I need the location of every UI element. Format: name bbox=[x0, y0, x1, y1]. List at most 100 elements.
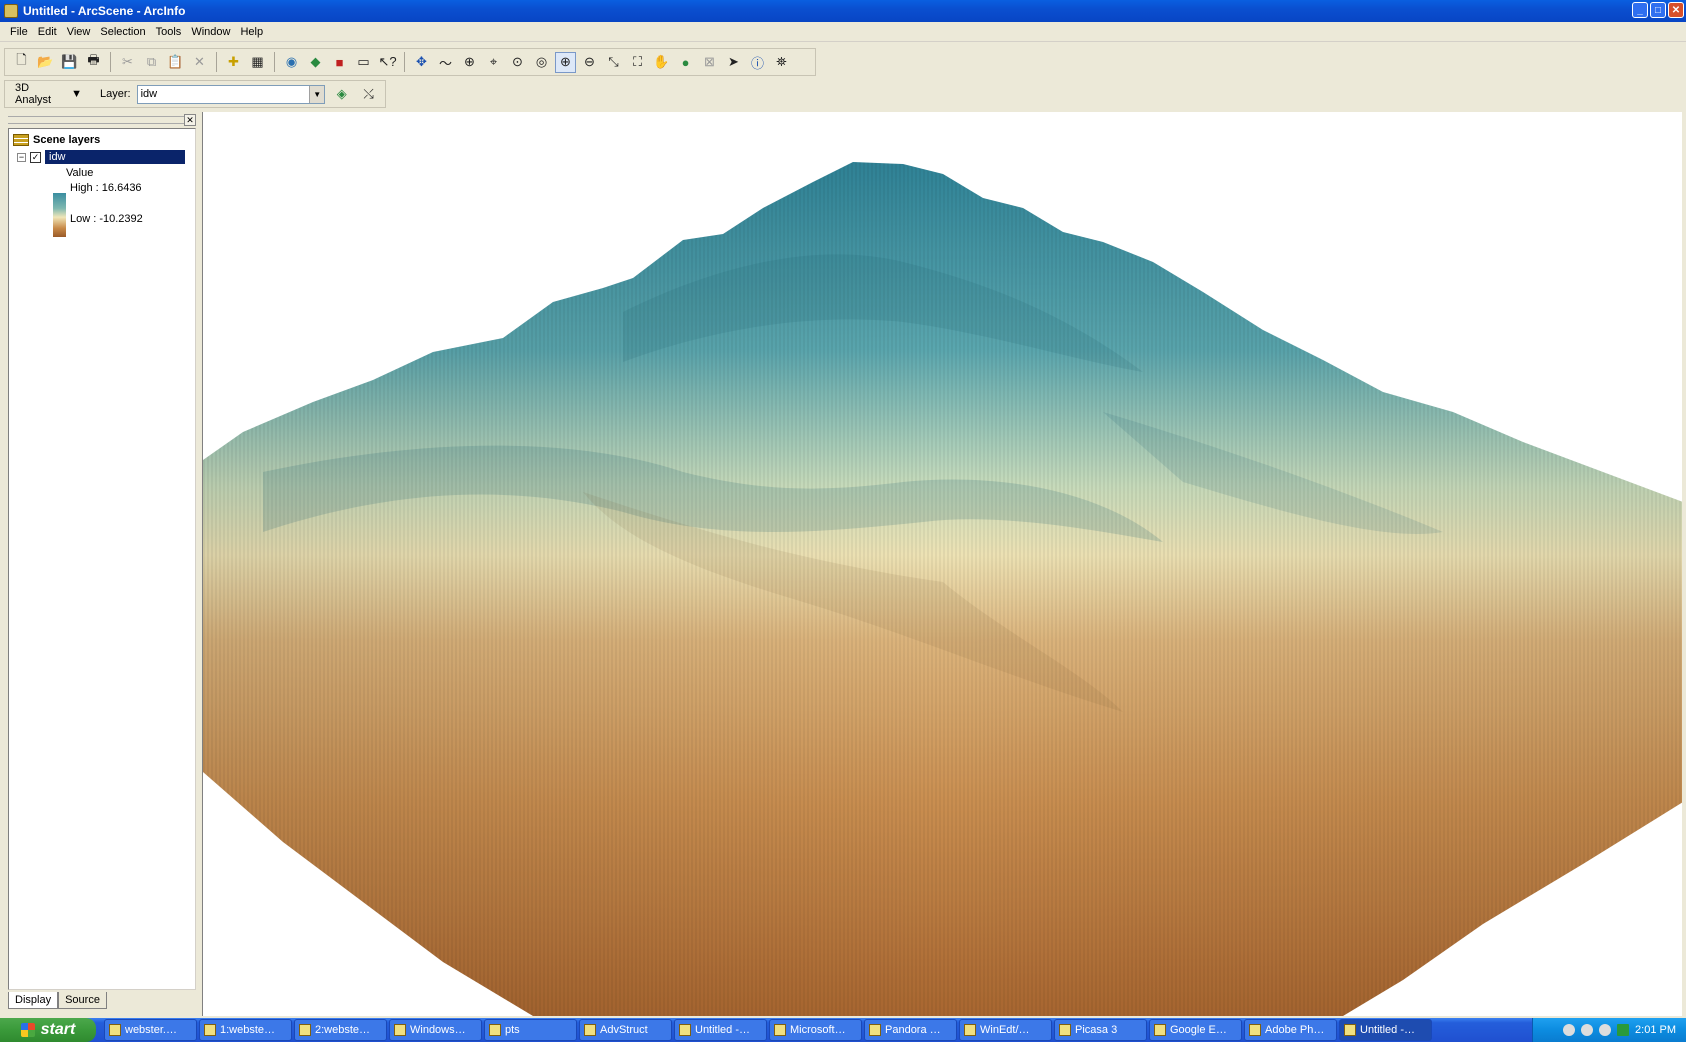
scene-layers-label: Scene layers bbox=[33, 134, 101, 146]
title-bar[interactable]: Untitled - ArcScene - ArcInfo _ □ ✕ bbox=[0, 0, 1686, 22]
computer-icon bbox=[394, 1024, 406, 1036]
task-item-active[interactable]: Untitled -… bbox=[1339, 1019, 1432, 1041]
layer-visibility-checkbox[interactable]: ✓ bbox=[30, 151, 41, 163]
globe-icon bbox=[679, 1024, 691, 1036]
zoom-out-icon[interactable]: ⊖ bbox=[579, 52, 600, 73]
task-item[interactable]: webster.… bbox=[104, 1019, 197, 1041]
profile-tool-icon[interactable]: ⤯ bbox=[358, 84, 379, 105]
tab-display[interactable]: Display bbox=[8, 992, 59, 1009]
photoshop-icon bbox=[1249, 1024, 1261, 1036]
chevron-down-icon: ▼ bbox=[71, 88, 82, 100]
layer-tree: Scene layers − ✓ idw Value High : 16.643… bbox=[8, 128, 196, 990]
open-folder-icon[interactable]: 📂 bbox=[35, 52, 56, 73]
fly-icon[interactable]: 〜 bbox=[435, 52, 456, 73]
menu-view[interactable]: View bbox=[67, 26, 91, 38]
picasa-icon bbox=[1059, 1024, 1071, 1036]
print-icon[interactable]: 🖶 bbox=[83, 52, 104, 73]
layer-dropdown[interactable]: idw ▼ bbox=[136, 84, 326, 104]
dropdown-arrow-icon[interactable]: ▼ bbox=[309, 85, 325, 103]
menu-file[interactable]: File bbox=[10, 26, 28, 38]
table-of-contents: ✕ Scene layers − ✓ idw Value High : 16.6… bbox=[4, 112, 200, 1016]
window-icon[interactable]: ▭ bbox=[353, 52, 374, 73]
maximize-button[interactable]: □ bbox=[1650, 2, 1666, 18]
identify-icon[interactable]: ⓘ bbox=[747, 52, 768, 73]
help-tray-icon[interactable] bbox=[1563, 1024, 1576, 1036]
menu-tools[interactable]: Tools bbox=[156, 26, 182, 38]
task-item[interactable]: Picasa 3 bbox=[1054, 1019, 1147, 1041]
clock[interactable]: 2:01 PM bbox=[1635, 1024, 1676, 1036]
collapse-toggle-icon[interactable]: − bbox=[17, 152, 26, 162]
task-item[interactable]: 2:webste… bbox=[294, 1019, 387, 1041]
new-document-icon[interactable]: 🗋 bbox=[11, 52, 32, 73]
zoom-to-target-icon[interactable]: ⊙ bbox=[507, 52, 528, 73]
task-item[interactable]: Google E… bbox=[1149, 1019, 1242, 1041]
task-item[interactable]: Windows… bbox=[389, 1019, 482, 1041]
idw-layer-name[interactable]: idw bbox=[45, 150, 185, 164]
paste-icon[interactable]: 📋 bbox=[165, 52, 186, 73]
tab-source[interactable]: Source bbox=[58, 992, 107, 1009]
task-item[interactable]: Pandora … bbox=[864, 1019, 957, 1041]
narrow-fov-icon[interactable]: ⤡ bbox=[603, 52, 624, 73]
standard-toolbar: 🗋 📂 💾 🖶 ✂ ⧉ 📋 ✕ ✚ ▦ ◉ ◆ ■ ▭ ↖? ✥ 〜 ⊕ ⌖ ⊙… bbox=[4, 48, 816, 76]
minimize-button[interactable]: _ bbox=[1632, 2, 1648, 18]
menu-bar: File Edit View Selection Tools Window He… bbox=[0, 22, 1686, 42]
folder-icon bbox=[584, 1024, 596, 1036]
delete-icon[interactable]: ✕ bbox=[189, 52, 210, 73]
start-button[interactable]: start bbox=[0, 1018, 96, 1042]
copy-icon[interactable]: ⧉ bbox=[141, 52, 162, 73]
task-item[interactable]: AdvStruct bbox=[579, 1019, 672, 1041]
3d-analyst-label: 3D Analyst bbox=[15, 82, 52, 106]
zoom-in-out-icon[interactable]: ⊕ bbox=[555, 51, 576, 73]
toolbox-icon[interactable]: ■ bbox=[329, 52, 350, 73]
idw-layer-row[interactable]: − ✓ idw bbox=[17, 150, 185, 164]
zoom-target-icon[interactable]: ⊕ bbox=[459, 52, 480, 73]
editor-icon bbox=[964, 1024, 976, 1036]
layer-tool-icon[interactable]: ◆ bbox=[305, 52, 326, 73]
navigate-icon[interactable]: ✥ bbox=[411, 52, 432, 73]
task-label: Untitled -… bbox=[695, 1024, 751, 1036]
scene-layers-row[interactable]: Scene layers bbox=[13, 134, 100, 146]
cut-icon[interactable]: ✂ bbox=[117, 52, 138, 73]
panel-grip[interactable] bbox=[8, 116, 184, 124]
3d-scene-viewport[interactable] bbox=[202, 112, 1682, 1016]
network-tray-icon[interactable] bbox=[1581, 1024, 1594, 1036]
windows-flag-icon bbox=[20, 1023, 35, 1037]
find-binoculars-icon[interactable]: ⛯ bbox=[771, 52, 792, 73]
pan-hand-icon[interactable]: ✋ bbox=[651, 52, 672, 73]
close-button[interactable]: ✕ bbox=[1668, 2, 1684, 18]
contour-tool-icon[interactable]: ◈ bbox=[331, 84, 352, 105]
task-item[interactable]: Untitled -… bbox=[674, 1019, 767, 1041]
close-panel-icon[interactable]: ✕ bbox=[184, 114, 196, 126]
task-item[interactable]: pts bbox=[484, 1019, 577, 1041]
calculator-icon[interactable]: ▦ bbox=[247, 52, 268, 73]
add-data-icon[interactable]: ✚ bbox=[223, 52, 244, 73]
3d-analyst-menu[interactable]: 3D Analyst ▼ bbox=[11, 80, 86, 108]
scene-layers-icon bbox=[13, 134, 29, 146]
task-item[interactable]: WinEdt/… bbox=[959, 1019, 1052, 1041]
folder-icon bbox=[109, 1024, 121, 1036]
task-item[interactable]: Microsoft… bbox=[769, 1019, 862, 1041]
system-tray: 2:01 PM bbox=[1532, 1018, 1686, 1042]
task-label: Google E… bbox=[1170, 1024, 1227, 1036]
globe-icon[interactable]: ◉ bbox=[281, 52, 302, 73]
task-item[interactable]: Adobe Ph… bbox=[1244, 1019, 1337, 1041]
menu-edit[interactable]: Edit bbox=[38, 26, 57, 38]
task-item[interactable]: 1:webste… bbox=[199, 1019, 292, 1041]
set-observer-icon[interactable]: ◎ bbox=[531, 52, 552, 73]
volume-tray-icon[interactable] bbox=[1599, 1024, 1612, 1036]
task-label: WinEdt/… bbox=[980, 1024, 1030, 1036]
menu-selection[interactable]: Selection bbox=[100, 26, 145, 38]
menu-window[interactable]: Window bbox=[191, 26, 230, 38]
full-extent-icon[interactable]: ⛶ bbox=[627, 52, 648, 73]
toolbar-separator bbox=[110, 52, 111, 72]
menu-help[interactable]: Help bbox=[240, 26, 263, 38]
whats-this-help-icon[interactable]: ↖? bbox=[377, 52, 398, 73]
app-tray-icon[interactable] bbox=[1617, 1024, 1630, 1036]
select-arrow-icon[interactable]: ➤ bbox=[723, 52, 744, 73]
swipe-icon[interactable]: ⊠ bbox=[699, 52, 720, 73]
terrain-surface bbox=[203, 162, 1682, 1016]
full-globe-icon[interactable]: ● bbox=[675, 52, 696, 73]
center-target-icon[interactable]: ⌖ bbox=[483, 52, 504, 73]
save-icon[interactable]: 💾 bbox=[59, 52, 80, 73]
folder-icon bbox=[299, 1024, 311, 1036]
